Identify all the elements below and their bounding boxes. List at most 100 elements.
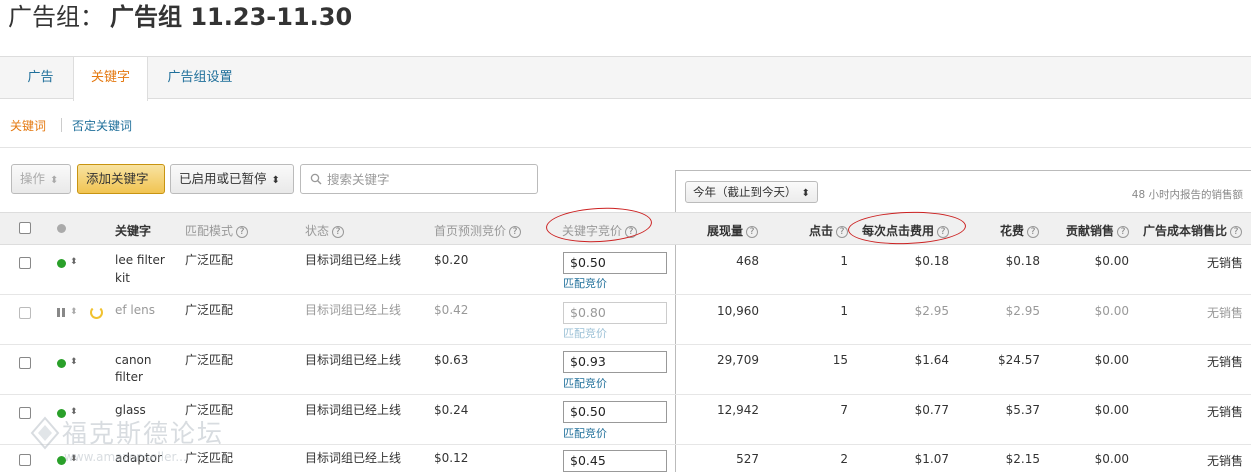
add-keyword-button[interactable]: 添加关键字 (77, 164, 165, 194)
cpc: $1.64 (914, 353, 949, 367)
tab-keywords[interactable]: 关键字 (73, 57, 148, 101)
acos: 无销售 (1206, 355, 1243, 369)
clicks: 15 (832, 353, 848, 367)
suggested-bid: $0.20 (434, 253, 469, 267)
status-text: 目标词组已经上线 (305, 253, 402, 267)
col-match-type[interactable]: 匹配模式? (185, 222, 249, 239)
suggested-bid: $0.24 (434, 403, 469, 417)
col-sales[interactable]: 贡献销售? (1066, 222, 1130, 239)
row-checkbox[interactable] (19, 357, 31, 369)
sales: $0.00 (1094, 403, 1129, 417)
help-icon[interactable]: ? (332, 225, 345, 238)
tab-adgroup-settings[interactable]: 广告组设置 (150, 57, 250, 100)
help-icon[interactable]: ? (509, 225, 522, 238)
sales: $0.00 (1094, 304, 1129, 318)
col-status[interactable]: 状态? (305, 222, 345, 239)
actions-button[interactable]: 操作 ⬍ (11, 164, 71, 194)
clicks: 1 (840, 254, 848, 268)
watermark-url: www.amazonseller... (64, 450, 187, 464)
help-icon[interactable]: ? (1027, 225, 1040, 238)
help-icon[interactable]: ? (1230, 225, 1243, 238)
cpc: $0.77 (914, 403, 949, 417)
status-dot-icon (57, 224, 66, 233)
clicks: 2 (840, 452, 848, 466)
actions-button-label: 操作 (20, 171, 46, 186)
help-icon[interactable]: ? (625, 225, 638, 238)
row-checkbox[interactable] (19, 307, 31, 319)
updown-caret-icon[interactable]: ⬍ (70, 308, 78, 317)
match-bid-link[interactable]: 匹配竞价 (563, 325, 607, 341)
spend: $2.95 (1005, 304, 1040, 318)
page-title-name: 广告组 11.23-11.30 (110, 3, 353, 31)
status-text: 目标词组已经上线 (305, 403, 402, 417)
impressions: 527 (736, 452, 759, 466)
spend: $24.57 (998, 353, 1040, 367)
match-bid-link[interactable]: 匹配竞价 (563, 375, 607, 391)
col-impressions[interactable]: 展现量? (707, 222, 759, 239)
select-all-checkbox[interactable] (19, 222, 31, 234)
status-filter-select[interactable]: 已启用或已暂停 ⬍ (170, 164, 294, 194)
updown-caret-icon[interactable]: ⬍ (70, 258, 78, 267)
keyword-text: canon (115, 353, 152, 367)
spend: $0.18 (1005, 254, 1040, 268)
spend: $5.37 (1005, 403, 1040, 417)
help-icon[interactable]: ? (746, 225, 759, 238)
help-icon[interactable]: ? (836, 225, 849, 238)
col-acos[interactable]: 广告成本销售比? (1143, 222, 1243, 239)
bid-input[interactable]: $0.80 (563, 302, 667, 324)
col-cpc[interactable]: 每次点击费用? (862, 222, 950, 239)
acos: 无销售 (1206, 454, 1243, 468)
match-type: 广泛匹配 (185, 253, 234, 267)
subnav-divider (61, 118, 62, 132)
watermark-text: 福克斯德论坛 (62, 419, 225, 448)
impressions: 10,960 (717, 304, 759, 318)
subnav-keywords[interactable]: 关键词 (10, 117, 46, 134)
tab-ads[interactable]: 广告 (8, 57, 73, 100)
bid-input[interactable]: $0.50 (563, 401, 667, 423)
date-range-select[interactable]: 今年（截止到今天） ⬍ (685, 181, 818, 203)
bid-input[interactable]: $0.50 (563, 252, 667, 274)
suggested-bid: $0.63 (434, 353, 469, 367)
col-keyword-bid[interactable]: 关键字竞价? (562, 222, 638, 239)
updown-caret-icon: ⬍ (50, 175, 59, 186)
acos: 无销售 (1206, 256, 1243, 270)
help-icon[interactable]: ? (236, 225, 249, 238)
table-row: ⬍ ef lens 广泛匹配 目标词组已经上线 $0.42 $0.80 匹配竞价… (0, 295, 1251, 345)
match-bid-link[interactable]: 匹配竞价 (563, 275, 607, 291)
report-note: 48 小时内报告的销售额 (1131, 189, 1243, 201)
enabled-dot-icon (57, 259, 66, 268)
sales: $0.00 (1094, 254, 1129, 268)
spend: $2.15 (1005, 452, 1040, 466)
page-title-prefix: 广告组： (8, 3, 104, 31)
impressions: 468 (736, 254, 759, 268)
sales: $0.00 (1094, 452, 1129, 466)
search-icon (310, 173, 322, 185)
table-row: ⬍ canon filter 广泛匹配 目标词组已经上线 $0.63 $0.93… (0, 345, 1251, 395)
col-clicks[interactable]: 点击? (809, 222, 849, 239)
tab-bar: 广告 关键字 广告组设置 (0, 56, 1251, 101)
clicks: 1 (840, 304, 848, 318)
bid-input[interactable]: $0.45 (563, 450, 667, 472)
match-bid-link[interactable]: 匹配竞价 (563, 425, 607, 441)
status-text: 目标词组已经上线 (305, 303, 402, 317)
col-keyword[interactable]: 关键字 (115, 222, 151, 239)
help-icon[interactable]: ? (1117, 225, 1130, 238)
help-icon[interactable]: ? (937, 225, 950, 238)
watermark: 福克斯德论坛 www.amazonseller... (30, 410, 250, 472)
acos: 无销售 (1206, 405, 1243, 419)
subnav-negative-keywords[interactable]: 否定关键词 (72, 117, 132, 134)
keyword-search (300, 164, 538, 194)
updown-caret-icon: ⬍ (271, 175, 280, 186)
keyword-text-line2: filter (115, 370, 143, 384)
row-checkbox[interactable] (19, 257, 31, 269)
col-spend[interactable]: 花费? (1000, 222, 1040, 239)
updown-caret-icon[interactable]: ⬍ (70, 358, 78, 367)
search-input[interactable] (327, 169, 527, 189)
keyword-text: ef lens (115, 303, 155, 317)
add-keyword-label: 添加关键字 (86, 171, 149, 186)
col-suggested-bid[interactable]: 首页预测竞价? (434, 222, 522, 239)
cpc: $0.18 (914, 254, 949, 268)
enabled-dot-icon (57, 359, 66, 368)
suggested-bid: $0.12 (434, 451, 469, 465)
bid-input[interactable]: $0.93 (563, 351, 667, 373)
